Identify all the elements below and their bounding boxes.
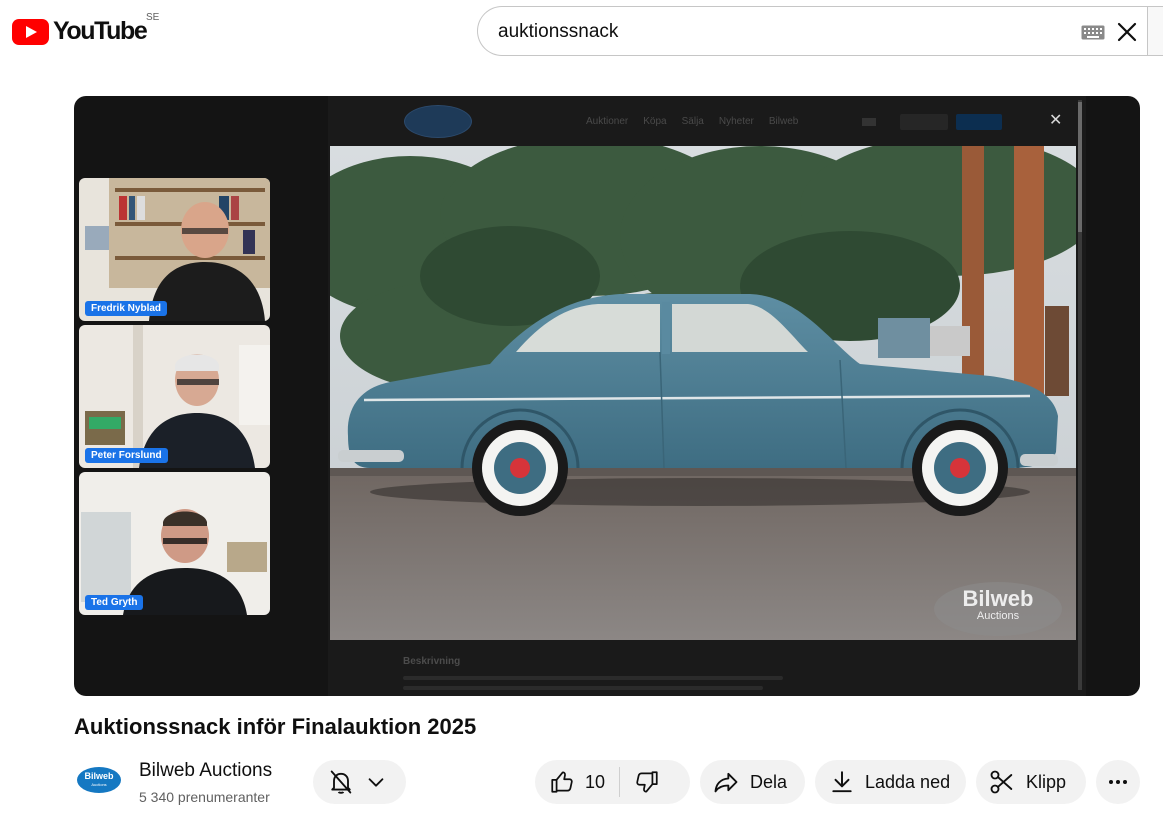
shared-description-heading: Beskrivning [403,656,461,667]
thumbs-down-icon [636,771,658,793]
nav-link: Auktioner [586,116,629,127]
youtube-logo[interactable]: YouTube SE [12,12,159,46]
participant-video [79,325,270,468]
video-title: Auktionssnack inför Finalauktion 2025 [74,714,477,739]
like-button[interactable]: 10 [535,760,619,804]
nav-link: Köpa [643,116,667,127]
participant-tile: Fredrik Nyblad [79,178,270,321]
nav-link: Sälja [681,116,704,127]
channel-avatar[interactable]: Bilweb Auctions [76,764,122,796]
shared-site-nav-links: Auktioner Köpa Sälja Nyheter Bilweb [586,116,798,127]
participant-name-label: Ted Gryth [85,595,144,610]
shared-description-line [403,686,763,690]
more-actions-button[interactable] [1096,760,1140,804]
participant-tile: Ted Gryth [79,472,270,615]
clip-label: Klipp [1026,771,1067,792]
dislike-button[interactable] [620,760,674,804]
car-photo-illustration [330,146,1076,640]
download-icon [832,771,852,793]
watermark-subtext: Auctions [976,610,1020,622]
nav-link: Bilweb [768,116,799,127]
share-icon [714,772,738,793]
video-player[interactable]: Auktioner Köpa Sälja Nyheter Bilweb ✕ Bi… [74,96,1140,696]
like-count: 10 [585,771,606,792]
like-dislike-group: 10 [535,760,690,804]
shared-site-login [900,114,948,130]
watermark-text: Bilweb [962,586,1034,611]
thumbs-up-icon [551,771,573,793]
watermark-logo: Bilweb Auctions [934,582,1062,636]
logo-text: YouTube [53,17,148,45]
search-input[interactable] [498,19,1058,45]
bell-off-icon [330,770,352,794]
youtube-play-icon [12,18,49,45]
more-horizontal-icon [1109,780,1127,784]
car-photo: Bilweb Auctions [330,146,1076,640]
channel-name[interactable]: Bilweb Auctions [139,760,272,782]
participant-video [79,178,270,321]
scissors-icon [990,770,1013,794]
download-label: Ladda ned [865,771,951,792]
shared-site-nav: Auktioner Köpa Sälja Nyheter Bilweb [328,96,1086,146]
subscriber-count: 5 340 prenumeranter [139,789,270,805]
shared-modal-close-icon: ✕ [1049,112,1063,129]
shared-description-line [403,676,783,680]
keyboard-icon[interactable] [1081,25,1105,40]
participant-name-label: Peter Forslund [85,448,168,463]
shared-scrollbar-thumb [1078,102,1082,232]
shared-site-logo [404,105,472,138]
notification-subscribe-button[interactable] [313,760,406,804]
search-button[interactable] [1147,6,1163,56]
search-box [477,6,1147,56]
shared-site-register [956,114,1002,130]
flag-icon [862,118,876,126]
chevron-down-icon [368,778,384,787]
share-button[interactable]: Dela [700,760,805,804]
clear-search-icon[interactable] [1115,20,1139,44]
participant-name-label: Fredrik Nyblad [85,301,168,316]
share-label: Dela [750,771,788,792]
channel-avatar-subtext: Auctions [91,782,106,787]
masthead: YouTube SE [0,0,1163,64]
clip-button[interactable]: Klipp [976,760,1086,804]
download-button[interactable]: Ladda ned [815,760,966,804]
participant-video [79,472,270,615]
channel-avatar-text: Bilweb [84,771,114,781]
country-code: SE [146,12,160,23]
participant-tile: Peter Forslund [79,325,270,468]
nav-link: Nyheter [718,116,754,127]
